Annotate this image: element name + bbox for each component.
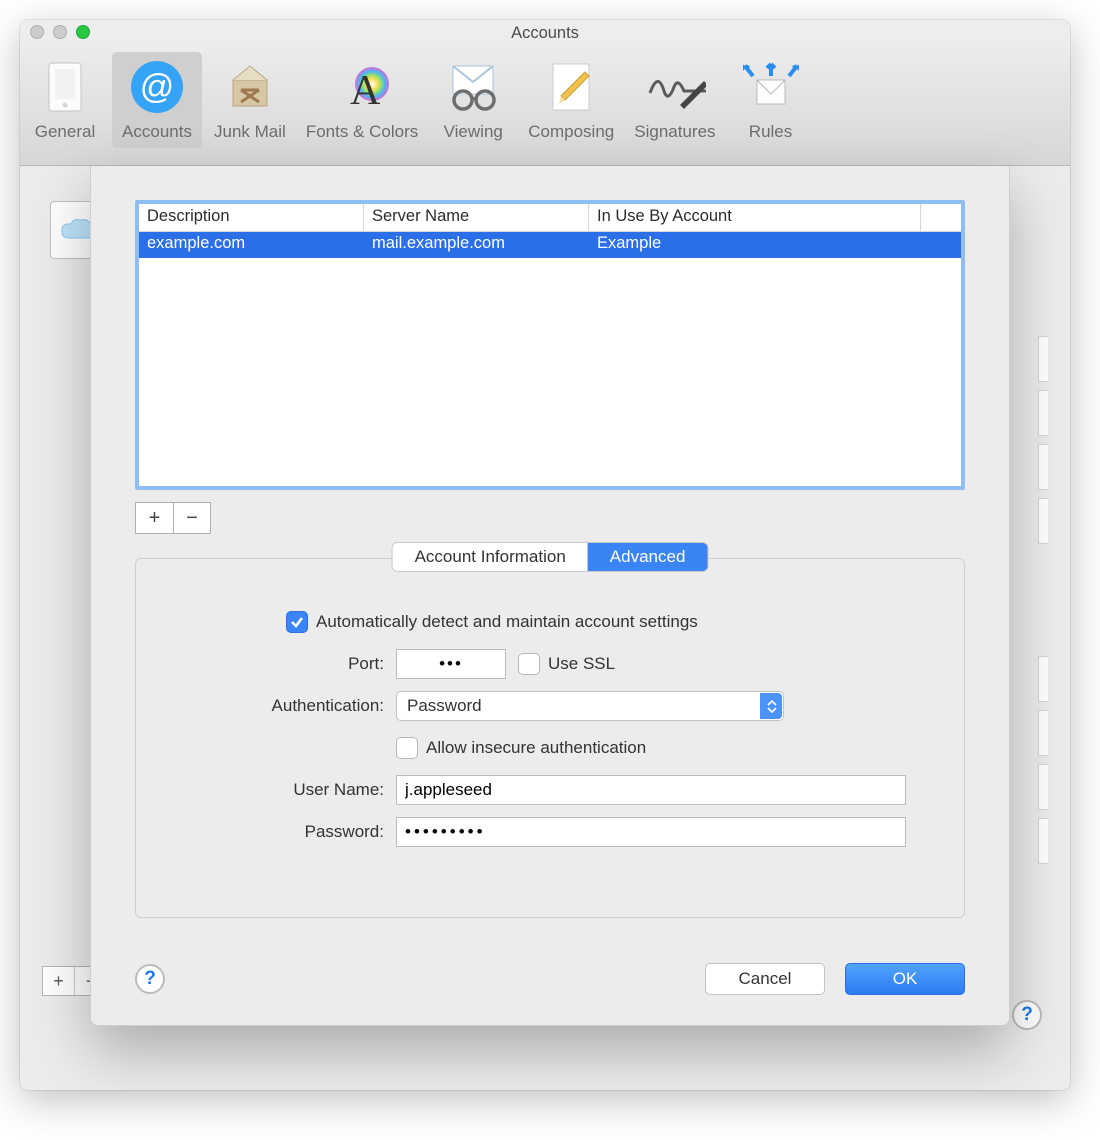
server-table[interactable]: Description Server Name In Use By Accoun… (135, 200, 965, 490)
sheet-help-button[interactable]: ? (135, 964, 165, 994)
use-ssl-label: Use SSL (548, 654, 615, 674)
auto-detect-label: Automatically detect and maintain accoun… (316, 612, 698, 632)
auto-detect-checkbox[interactable] (286, 611, 308, 633)
toolbar-item-accounts[interactable]: @ Accounts (112, 52, 202, 148)
fonts-colors-icon: A (331, 56, 393, 118)
zoom-window-button[interactable] (76, 25, 90, 39)
toolbar-item-label: Accounts (122, 122, 192, 142)
close-window-button[interactable] (30, 25, 44, 39)
rules-icon (740, 56, 802, 118)
composing-icon (540, 56, 602, 118)
toolbar-item-label: Fonts & Colors (306, 122, 418, 142)
col-in-use-by[interactable]: In Use By Account (589, 204, 921, 231)
toolbar-item-fonts[interactable]: A Fonts & Colors (296, 52, 428, 148)
viewing-icon (442, 56, 504, 118)
cancel-button[interactable]: Cancel (705, 963, 825, 995)
toolbar-item-viewing[interactable]: Viewing (428, 52, 518, 148)
smtp-server-sheet: Description Server Name In Use By Accoun… (90, 166, 1010, 1026)
username-label: User Name: (136, 780, 396, 800)
settings-tabs: Account Information Advanced (393, 543, 708, 571)
svg-text:A: A (350, 68, 381, 114)
preferences-toolbar: General @ Accounts Junk Mail A Fonts & C… (20, 46, 1070, 166)
server-settings-panel: Account Information Advanced Automatical… (135, 558, 965, 918)
preferences-window: Accounts General @ Accounts Junk Mail A … (20, 20, 1070, 1090)
toolbar-item-label: Junk Mail (214, 122, 286, 142)
password-label: Password: (136, 822, 396, 842)
signatures-icon (644, 56, 706, 118)
port-field[interactable] (396, 649, 506, 679)
toolbar-item-label: Rules (749, 122, 792, 142)
account-list-add-button[interactable]: + (43, 967, 75, 995)
allow-insecure-checkbox[interactable] (396, 737, 418, 759)
use-ssl-checkbox[interactable] (518, 653, 540, 675)
toolbar-item-label: Signatures (634, 122, 715, 142)
toolbar-item-rules[interactable]: Rules (726, 52, 816, 148)
port-label: Port: (136, 654, 396, 674)
username-field[interactable] (396, 775, 906, 805)
accounts-icon: @ (126, 56, 188, 118)
col-server-name[interactable]: Server Name (364, 204, 589, 231)
tab-account-information[interactable]: Account Information (393, 543, 588, 571)
ok-button[interactable]: OK (845, 963, 965, 995)
svg-text:@: @ (140, 68, 175, 106)
chevron-up-down-icon (765, 696, 779, 716)
toolbar-item-label: Viewing (444, 122, 503, 142)
toolbar-item-label: General (35, 122, 95, 142)
titlebar: Accounts (20, 20, 1070, 46)
authentication-label: Authentication: (136, 696, 396, 716)
table-row[interactable]: example.com mail.example.com Example (139, 232, 961, 258)
tab-advanced[interactable]: Advanced (588, 543, 708, 571)
junk-mail-icon (219, 56, 281, 118)
toolbar-item-composing[interactable]: Composing (518, 52, 624, 148)
server-remove-button[interactable]: − (173, 502, 211, 534)
allow-insecure-label: Allow insecure authentication (426, 738, 646, 758)
main-help-button[interactable]: ? (1012, 1000, 1042, 1030)
server-add-button[interactable]: + (135, 502, 173, 534)
toolbar-item-signatures[interactable]: Signatures (624, 52, 725, 148)
toolbar-item-general[interactable]: General (20, 52, 110, 148)
authentication-select[interactable]: Password (396, 691, 784, 721)
col-description[interactable]: Description (139, 204, 364, 231)
general-icon (34, 56, 96, 118)
toolbar-item-junk[interactable]: Junk Mail (204, 52, 296, 148)
minimize-window-button[interactable] (53, 25, 67, 39)
password-field[interactable] (396, 817, 906, 847)
server-table-header: Description Server Name In Use By Accoun… (139, 204, 961, 232)
window-title: Accounts (30, 24, 1060, 43)
toolbar-item-label: Composing (528, 122, 614, 142)
